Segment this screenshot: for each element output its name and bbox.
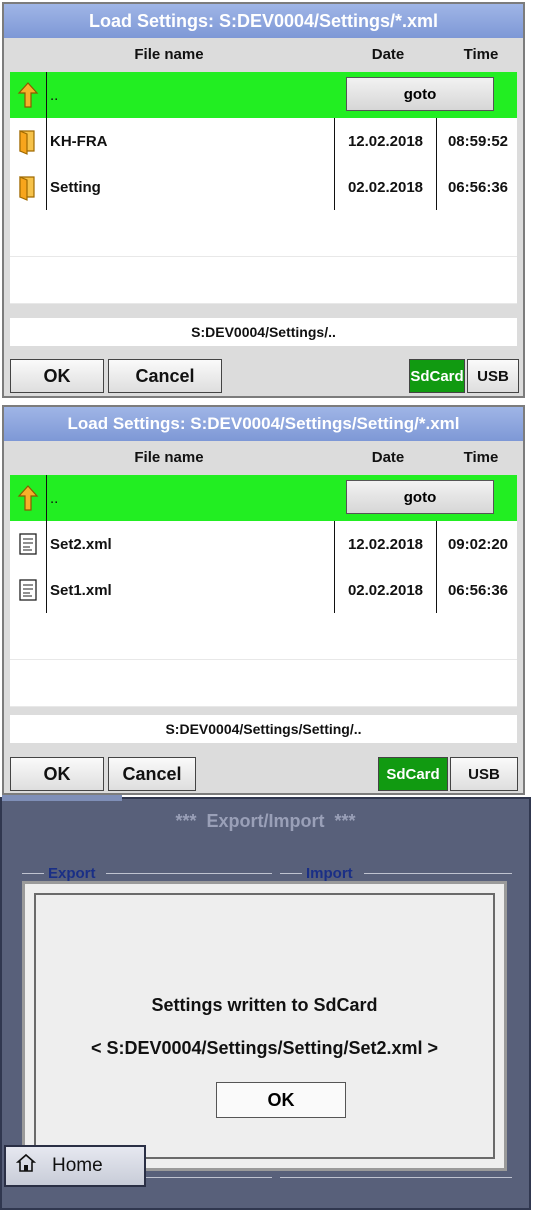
file-name: Set2.xml	[46, 521, 334, 567]
xml-file-icon	[10, 521, 46, 567]
file-list: .. goto KH-FRA 12.02.2018 08:59:52 Setti…	[10, 72, 517, 312]
file-row[interactable]: Setting 02.02.2018 06:56:36	[10, 164, 517, 210]
home-icon	[15, 1153, 37, 1179]
file-time: 08:59:52	[436, 118, 519, 164]
up-arrow-icon	[10, 72, 46, 118]
dialog-file-path: < S:DEV0004/Settings/Setting/Set2.xml >	[90, 1038, 439, 1058]
file-time: 06:56:36	[436, 164, 519, 210]
up-arrow-icon	[10, 475, 46, 521]
parent-directory-row[interactable]: .. goto	[10, 72, 517, 118]
dialog-frame: Settings written to SdCard < S:DEV0004/S…	[34, 893, 495, 1159]
file-name: Set1.xml	[46, 567, 334, 613]
column-header-file-name: File name	[134, 449, 204, 466]
window-title: Load Settings: S:DEV0004/Settings/*.xml	[4, 4, 523, 38]
column-header-date: Date	[371, 449, 405, 466]
file-time: 06:56:36	[436, 567, 519, 613]
load-settings-window: Load Settings: S:DEV0004/Settings/*.xml …	[2, 2, 525, 398]
xml-file-icon	[10, 567, 46, 613]
sdcard-button[interactable]: SdCard	[378, 757, 448, 791]
column-header-time: Time	[463, 46, 499, 63]
row-divider	[10, 706, 517, 707]
current-path: S:DEV0004/Settings/..	[10, 318, 517, 346]
goto-button[interactable]: goto	[346, 77, 494, 111]
ok-button[interactable]: OK	[10, 757, 104, 791]
file-name: KH-FRA	[46, 118, 334, 164]
row-divider	[10, 303, 517, 304]
group-border	[106, 873, 272, 874]
file-date: 02.02.2018	[334, 164, 436, 210]
cancel-button[interactable]: Cancel	[108, 359, 222, 393]
file-row[interactable]: Set2.xml 12.02.2018 09:02:20	[10, 521, 517, 567]
window-edge-strip	[2, 795, 122, 801]
column-header-date: Date	[371, 46, 405, 63]
file-date: 12.02.2018	[334, 521, 436, 567]
message-dialog: Settings written to SdCard < S:DEV0004/S…	[22, 881, 507, 1171]
home-label: Home	[52, 1155, 103, 1176]
file-row[interactable]: KH-FRA 12.02.2018 08:59:52	[10, 118, 517, 164]
group-border	[280, 1177, 512, 1178]
parent-dir-label: ..	[46, 475, 334, 521]
folder-icon	[10, 118, 46, 164]
dialog-ok-button[interactable]: OK	[216, 1082, 346, 1118]
parent-directory-row[interactable]: .. goto	[10, 475, 517, 521]
group-border	[364, 873, 512, 874]
dialog-message: Settings written to SdCard	[151, 995, 378, 1015]
sdcard-button[interactable]: SdCard	[409, 359, 465, 393]
current-path: S:DEV0004/Settings/Setting/..	[10, 715, 517, 743]
goto-button[interactable]: goto	[346, 480, 494, 514]
file-date: 12.02.2018	[334, 118, 436, 164]
window-title: Load Settings: S:DEV0004/Settings/Settin…	[4, 407, 523, 441]
file-row[interactable]: Set1.xml 02.02.2018 06:56:36	[10, 567, 517, 613]
file-date: 02.02.2018	[334, 567, 436, 613]
usb-button[interactable]: USB	[450, 757, 518, 791]
parent-dir-label: ..	[46, 72, 334, 118]
file-name: Setting	[46, 164, 334, 210]
file-list: .. goto Set2.xml 12.02.2018 09:02:20 Set…	[10, 475, 517, 715]
file-time: 09:02:20	[436, 521, 519, 567]
export-group-label: Export	[48, 865, 96, 882]
home-button[interactable]: Home	[4, 1145, 146, 1187]
empty-row	[10, 613, 517, 659]
empty-row	[10, 257, 517, 303]
usb-button[interactable]: USB	[467, 359, 519, 393]
folder-icon	[10, 164, 46, 210]
column-header-time: Time	[463, 449, 499, 466]
cancel-button[interactable]: Cancel	[108, 757, 196, 791]
column-header-file-name: File name	[134, 46, 204, 63]
empty-row	[10, 660, 517, 706]
load-settings-window: Load Settings: S:DEV0004/Settings/Settin…	[2, 405, 525, 795]
empty-row	[10, 210, 517, 256]
group-border	[22, 873, 44, 874]
group-border	[280, 873, 302, 874]
ok-button[interactable]: OK	[10, 359, 104, 393]
screen-title: *** Export/Import ***	[175, 810, 356, 831]
import-group-label: Import	[306, 865, 353, 882]
